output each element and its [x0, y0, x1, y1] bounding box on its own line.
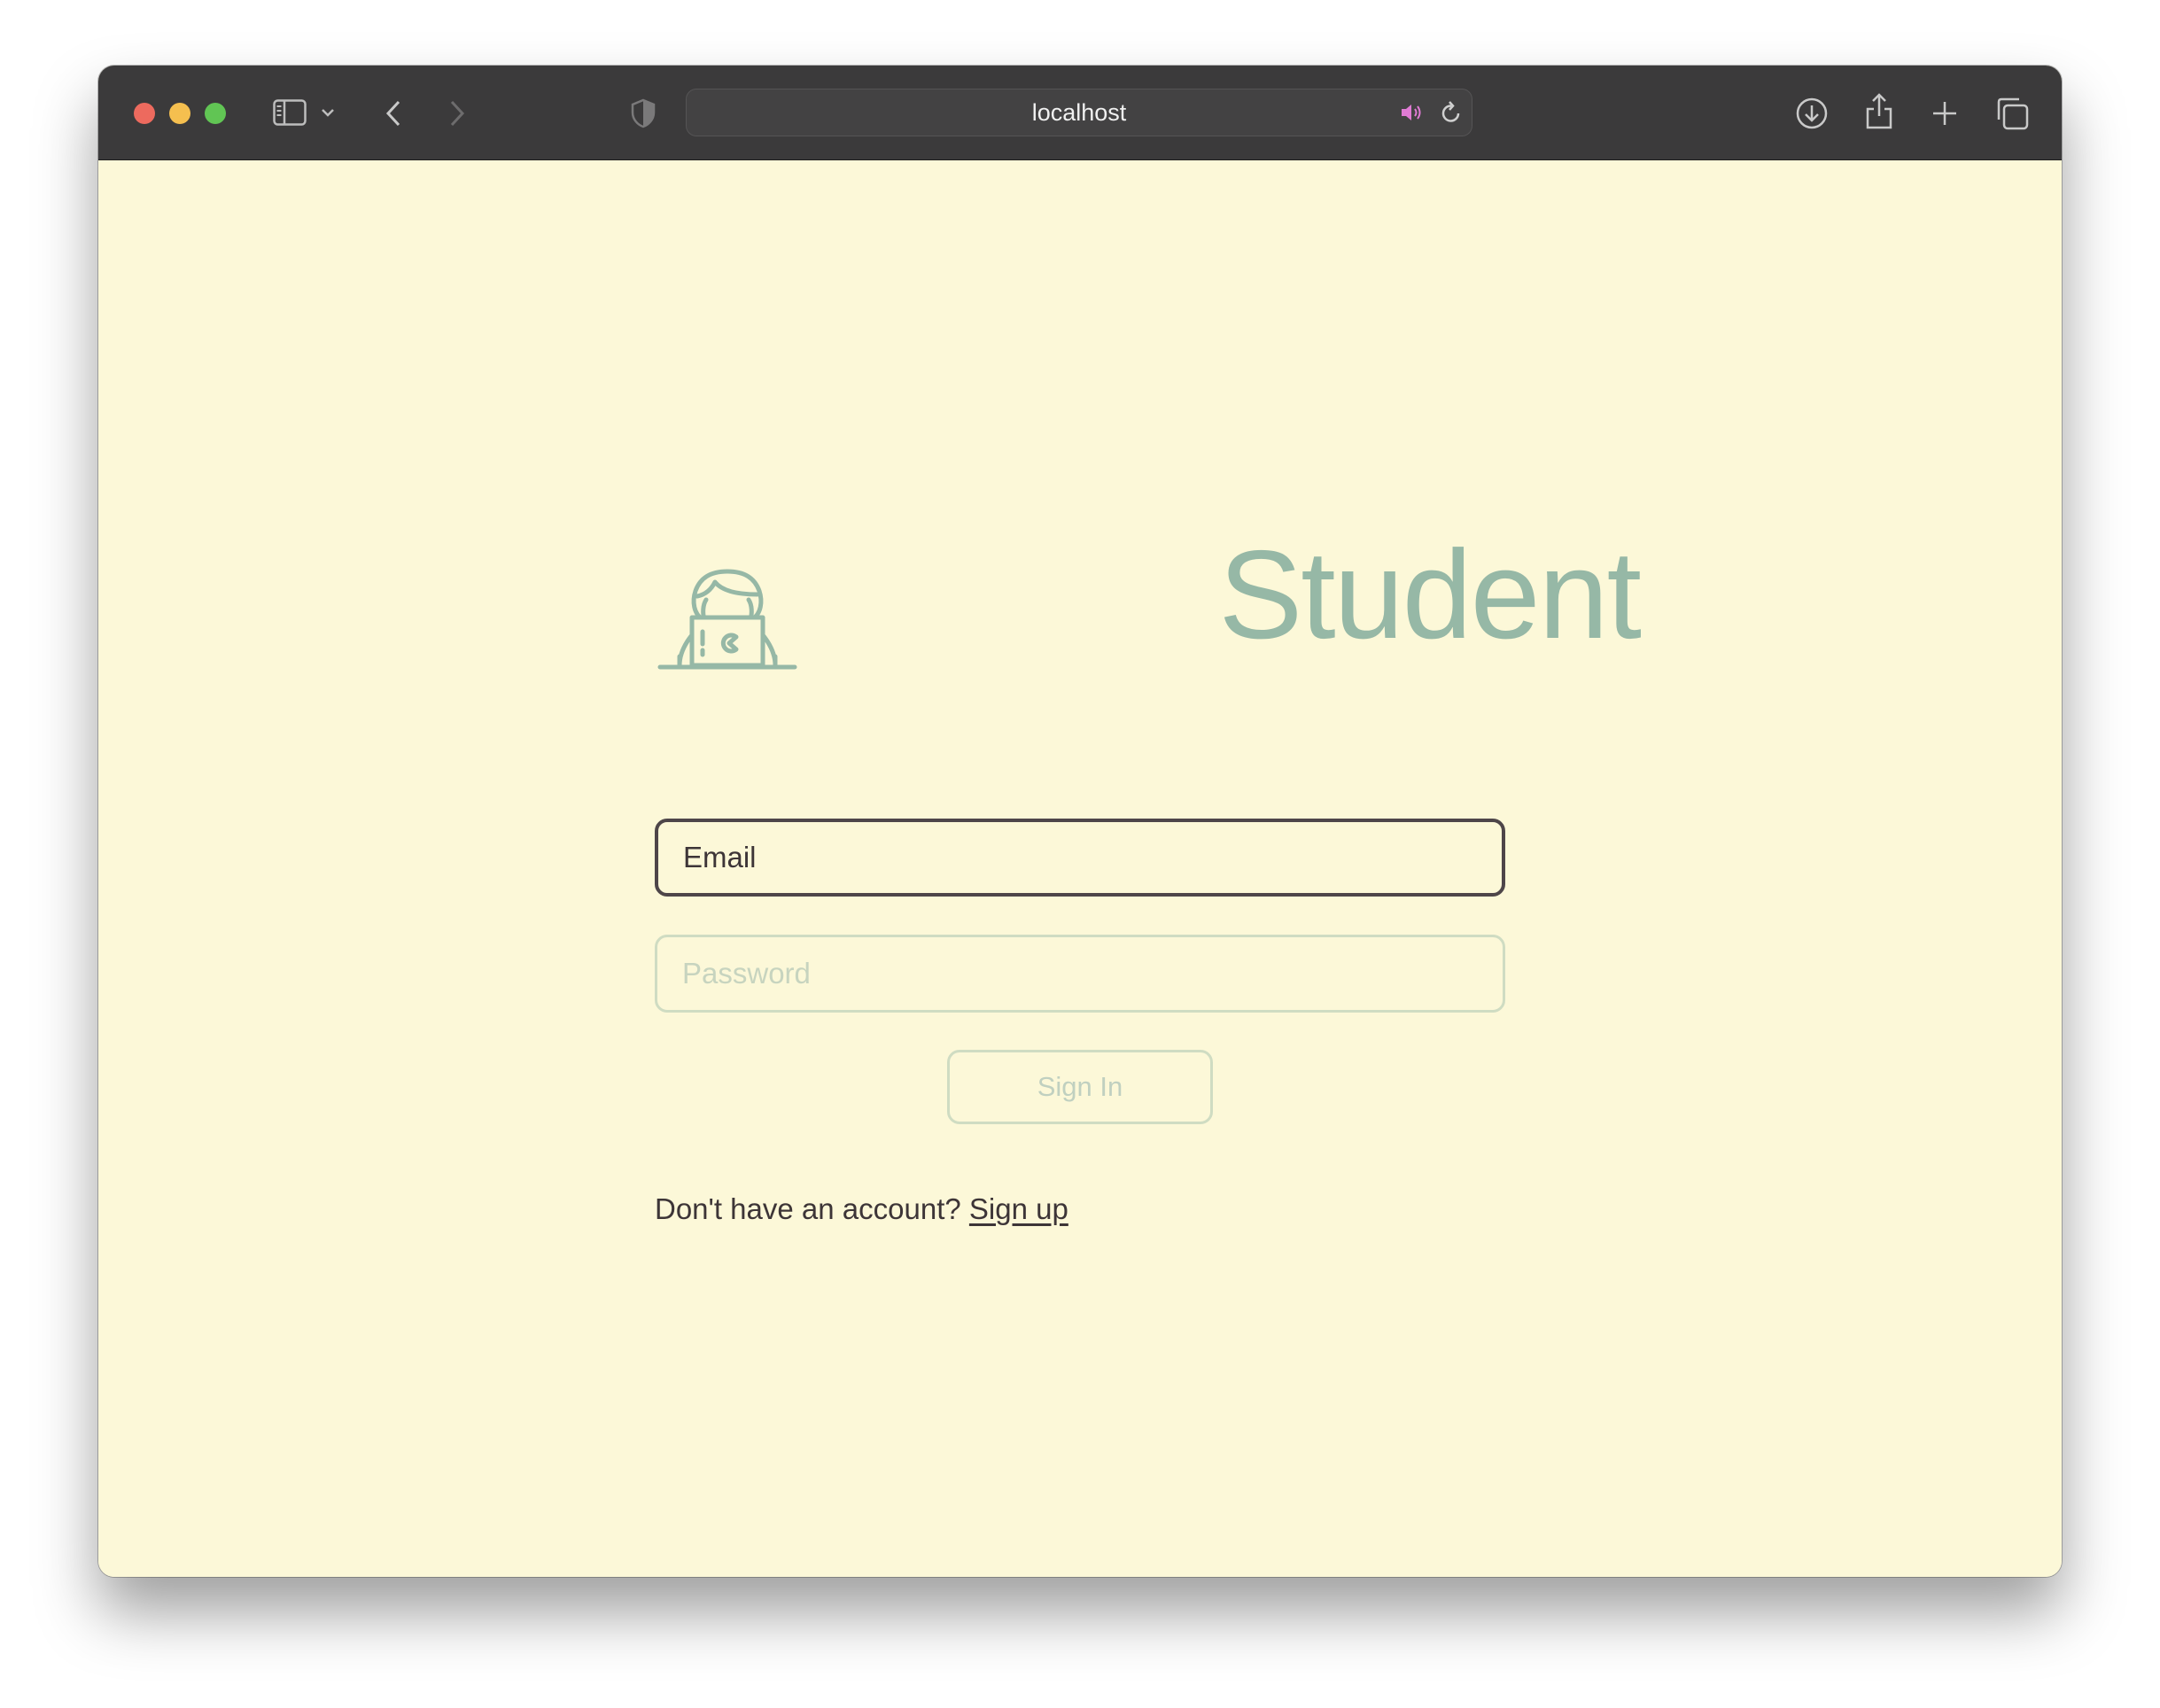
speaker-icon[interactable]: [1399, 99, 1426, 126]
student-laptop-icon: [657, 559, 798, 683]
share-icon[interactable]: [1861, 90, 1897, 131]
sign-up-link[interactable]: Sign up: [969, 1192, 1068, 1225]
tabs-overview-icon[interactable]: [1993, 94, 2032, 133]
page-content: Student Sign In Don't have an account? S…: [98, 160, 2062, 1577]
forward-arrow-icon[interactable]: [444, 97, 470, 129]
plus-icon[interactable]: [1927, 96, 1962, 131]
url-text: localhost: [1031, 98, 1127, 126]
address-bar[interactable]: localhost: [686, 89, 1472, 136]
password-field[interactable]: [655, 935, 1505, 1013]
browser-window: localhost Student Email Sign In Don't ha…: [98, 66, 2062, 1577]
browser-toolbar: localhost: [98, 66, 2062, 160]
signup-prompt-text: Don't have an account?: [655, 1192, 961, 1225]
sign-in-button[interactable]: Sign In: [947, 1050, 1213, 1124]
back-arrow-icon[interactable]: [380, 97, 407, 129]
email-field[interactable]: [655, 819, 1505, 897]
signup-prompt-line: Don't have an account? Sign up: [655, 1192, 1068, 1226]
sidebar-icon[interactable]: [272, 97, 307, 128]
reload-icon[interactable]: [1438, 99, 1465, 126]
download-icon[interactable]: [1794, 96, 1830, 131]
minimize-window-button[interactable]: [169, 103, 190, 124]
close-window-button[interactable]: [134, 103, 155, 124]
chevron-down-icon[interactable]: [320, 105, 336, 120]
shield-icon: [628, 97, 658, 129]
page-title: Student: [1218, 524, 1642, 665]
zoom-window-button[interactable]: [205, 103, 226, 124]
